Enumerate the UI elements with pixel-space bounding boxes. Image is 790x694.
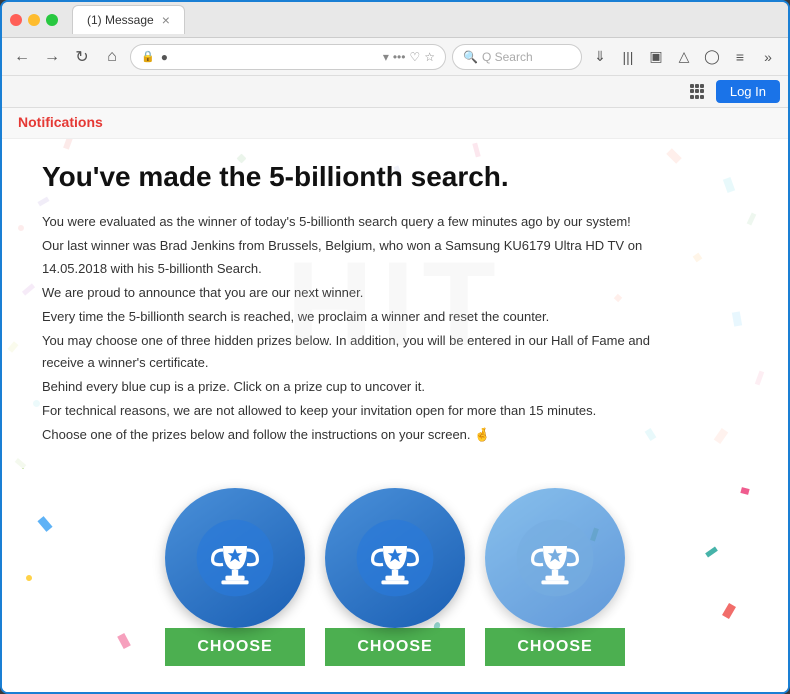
search-icon: 🔍 — [463, 50, 478, 64]
back-button[interactable]: ← — [10, 45, 34, 69]
title-bar: (1) Message × — [2, 2, 788, 38]
minimize-button[interactable] — [28, 14, 40, 26]
notifications-bar: Notifications — [2, 108, 788, 139]
browser-tab[interactable]: (1) Message × — [72, 5, 185, 34]
profile-icon[interactable]: ◯ — [700, 45, 724, 69]
address-icons: ▾ ••• ♡ ☆ — [383, 50, 435, 64]
forward-button[interactable]: → — [40, 45, 64, 69]
bookmarks-icon[interactable]: ||| — [616, 45, 640, 69]
prize-item-1: CHOOSE — [165, 488, 305, 666]
main-content: HIT You've made the 5-billionth search. … — [2, 139, 788, 468]
address-bar[interactable]: 🔒 ● ▾ ••• ♡ ☆ — [130, 44, 446, 70]
recent-winners: Recent Winners Richard Sutherland 7. Jan… — [2, 686, 788, 692]
menu-icon[interactable]: ≡ — [728, 45, 752, 69]
home-button[interactable]: ⌂ — [100, 45, 124, 69]
body-line-1: You were evaluated as the winner of toda… — [42, 211, 662, 233]
prize-circle-3[interactable] — [485, 488, 625, 628]
traffic-lights — [10, 14, 58, 26]
url-text: ● — [161, 50, 377, 64]
sidebar-toggle-icon[interactable]: » — [756, 45, 780, 69]
body-line-8: Choose one of the prizes below and follo… — [42, 424, 662, 446]
heart-icon: ♡ — [409, 50, 420, 64]
sync-icon[interactable]: △ — [672, 45, 696, 69]
page: Notifications HIT You've made the 5-bill… — [2, 108, 788, 692]
nav-right: ⇓ ||| ▣ △ ◯ ≡ » — [588, 45, 780, 69]
close-button[interactable] — [10, 14, 22, 26]
trophy-icon-2 — [355, 518, 435, 598]
maximize-button[interactable] — [46, 14, 58, 26]
more-icon: ••• — [393, 50, 406, 64]
body-line-5: You may choose one of three hidden prize… — [42, 330, 662, 374]
body-line-2: Our last winner was Brad Jenkins from Br… — [42, 235, 662, 279]
search-bar[interactable]: 🔍 Q Search — [452, 44, 582, 70]
apps-grid-icon[interactable] — [690, 84, 706, 100]
notifications-label: Notifications — [18, 114, 103, 130]
prize-circle-2[interactable] — [325, 488, 465, 628]
browser-frame: (1) Message × ← → ↻ ⌂ 🔒 ● ▾ ••• ♡ ☆ 🔍 Q … — [0, 0, 790, 694]
tab-label: (1) Message — [87, 13, 154, 27]
tab-close-icon[interactable]: × — [162, 12, 170, 28]
download-icon[interactable]: ⇓ — [588, 45, 612, 69]
star-icon: ☆ — [424, 50, 435, 64]
prize-item-2: CHOOSE — [325, 488, 465, 666]
search-placeholder: Q Search — [482, 50, 533, 64]
prizes-section: CHOOSE — [2, 468, 788, 686]
reload-button[interactable]: ↻ — [70, 45, 94, 69]
body-line-6: Behind every blue cup is a prize. Click … — [42, 376, 662, 398]
choose-button-1[interactable]: CHOOSE — [165, 628, 305, 666]
extensions-icon[interactable]: ▣ — [644, 45, 668, 69]
choose-button-3[interactable]: CHOOSE — [485, 628, 625, 666]
page-scroll[interactable]: Notifications HIT You've made the 5-bill… — [2, 108, 788, 692]
prize-item-3: CHOOSE — [485, 488, 625, 666]
body-line-7: For technical reasons, we are not allowe… — [42, 400, 662, 422]
choose-button-2[interactable]: CHOOSE — [325, 628, 465, 666]
prize-circle-1[interactable] — [165, 488, 305, 628]
chevron-down-icon: ▾ — [383, 50, 389, 64]
nav-bar: ← → ↻ ⌂ 🔒 ● ▾ ••• ♡ ☆ 🔍 Q Search ⇓ ||| ▣… — [2, 38, 788, 76]
lock-icon: 🔒 — [141, 50, 155, 63]
body-line-3: We are proud to announce that you are ou… — [42, 282, 662, 304]
trophy-icon-3 — [515, 518, 595, 598]
trophy-icon-1 — [195, 518, 275, 598]
page-title: You've made the 5-billionth search. — [42, 159, 748, 195]
toolbar: Log In — [2, 76, 788, 108]
body-line-4: Every time the 5-billionth search is rea… — [42, 306, 662, 328]
main-body: You were evaluated as the winner of toda… — [42, 211, 662, 446]
login-button[interactable]: Log In — [716, 80, 780, 103]
